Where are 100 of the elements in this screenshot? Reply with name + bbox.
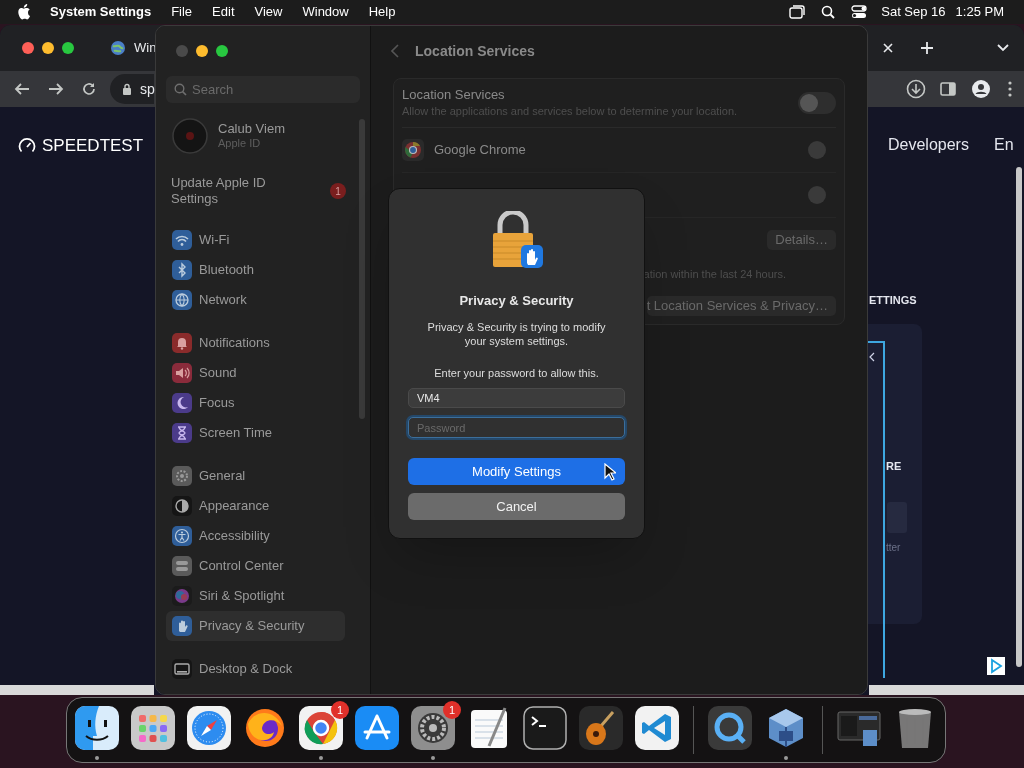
text-fragment: RE — [886, 459, 902, 474]
horizontal-scrollbar[interactable] — [0, 685, 154, 695]
reload-icon[interactable] — [82, 82, 96, 96]
chevron-down-icon[interactable] — [996, 43, 1010, 53]
app-name: Google Chrome — [434, 141, 526, 160]
username-field[interactable]: VM4 — [408, 388, 625, 408]
toggle-switch[interactable] — [798, 92, 836, 114]
dialog-prompt: Enter your password to allow this. — [434, 365, 599, 381]
close-tab-icon[interactable] — [882, 42, 894, 54]
minimize-button[interactable] — [42, 42, 54, 54]
menu-item[interactable]: Edit — [212, 2, 235, 22]
notification-badge: 1 — [330, 183, 346, 199]
menu-bar-date[interactable]: Sat Sep 16 — [881, 2, 946, 22]
moon-icon — [172, 393, 192, 413]
download-icon[interactable] — [906, 79, 926, 99]
setting-title: Location Services — [402, 87, 506, 103]
globe-favicon-icon[interactable] — [110, 40, 126, 56]
sidebar-item[interactable]: Focus — [166, 388, 345, 418]
lock-icon — [122, 82, 132, 96]
bluetooth-icon — [172, 260, 192, 280]
sidebar-item[interactable]: Siri & Spotlight — [166, 581, 345, 611]
flame-globe-icon[interactable] — [243, 706, 287, 750]
search-field[interactable]: Search — [166, 76, 360, 103]
menu-bar-clock[interactable]: 1:25 PM — [955, 2, 1004, 22]
ring-app-icon — [402, 139, 424, 161]
bell-icon — [172, 333, 192, 353]
ad-choices-icon[interactable] — [987, 657, 1005, 675]
search-icon — [174, 83, 187, 96]
windows-icon[interactable] — [789, 5, 806, 19]
hourglass-icon — [172, 423, 192, 443]
zoom-button[interactable] — [216, 45, 228, 57]
chevron-ribbon-icon[interactable] — [635, 706, 679, 750]
sidebar-item[interactable]: Screen Time — [166, 418, 345, 448]
menu-item[interactable]: File — [171, 2, 193, 22]
sidebar-item[interactable]: Sound — [166, 358, 345, 388]
sidebar-item[interactable]: Desktop & Dock — [166, 654, 345, 684]
menu-item[interactable]: Help — [368, 2, 396, 22]
section-heading: ETTINGS — [869, 293, 917, 308]
minimize-button[interactable] — [196, 45, 208, 57]
dialog-message: Privacy & Security is trying to modify your system settings. — [426, 319, 607, 348]
sidebar-item[interactable]: Wi-Fi — [166, 225, 345, 255]
cancel-button[interactable]: Cancel — [408, 493, 625, 520]
toggle-switch[interactable] — [808, 141, 826, 159]
sidebar-item[interactable]: Network — [166, 285, 345, 315]
sidebar-item[interactable]: Bluetooth — [166, 255, 345, 285]
toggles-icon — [172, 556, 192, 576]
forward-icon[interactable] — [48, 82, 64, 96]
horizontal-scrollbar[interactable] — [869, 685, 1024, 695]
pane-title: Location Services — [415, 41, 535, 61]
app-grid-icon[interactable] — [131, 706, 175, 750]
scrollbar[interactable] — [359, 119, 365, 419]
contrast-icon — [172, 496, 192, 516]
account-name[interactable]: Calub Viem — [218, 121, 285, 136]
modify-settings-button[interactable]: Modify Settings — [408, 458, 625, 485]
dialog-title: Privacy & Security — [459, 292, 574, 310]
wifi-icon — [172, 230, 192, 250]
sidebar-item[interactable]: General — [166, 461, 345, 491]
split-square-icon[interactable] — [75, 706, 119, 750]
more-menu-icon[interactable] — [1008, 81, 1012, 97]
menu-item[interactable]: Window — [302, 2, 349, 22]
sidebar-item[interactable]: Control Center — [166, 551, 345, 581]
gear-icon[interactable] — [411, 706, 455, 750]
notification-badge: 1 — [331, 701, 349, 719]
tri-color-ring-icon[interactable] — [299, 706, 343, 750]
control-center-icon[interactable] — [851, 5, 868, 19]
menu-item[interactable]: View — [254, 2, 283, 22]
apple-logo-icon[interactable] — [18, 4, 32, 20]
compass-icon[interactable] — [187, 706, 231, 750]
scrollbar[interactable] — [1016, 167, 1022, 667]
guitar-icon[interactable] — [579, 706, 623, 750]
side-panel-icon[interactable] — [940, 82, 956, 96]
toggle-switch[interactable] — [808, 186, 826, 204]
orb-icon — [172, 586, 192, 606]
app-menu[interactable]: System Settings — [50, 2, 152, 22]
search-icon[interactable] — [821, 5, 836, 19]
update-apple-id-link[interactable]: Update Apple ID Settings — [171, 175, 291, 207]
pointer-cursor-icon — [604, 463, 616, 481]
profile-icon[interactable] — [972, 80, 990, 98]
nav-link[interactable]: Developers — [888, 133, 969, 157]
ring-icon[interactable] — [708, 706, 752, 750]
close-button[interactable] — [22, 42, 34, 54]
notification-badge: 1 — [443, 701, 461, 719]
sidebar-item[interactable]: Privacy & Security — [166, 611, 345, 641]
zoom-button[interactable] — [62, 42, 74, 54]
password-field[interactable]: Password — [408, 417, 625, 438]
sidebar-item[interactable]: Accessibility — [166, 521, 345, 551]
hand-icon — [172, 616, 192, 636]
triangle-lines-icon[interactable] — [355, 706, 399, 750]
site-logo[interactable]: SPEEDTEST — [42, 133, 144, 159]
gauge-logo-icon[interactable] — [18, 136, 36, 155]
accessibility-icon — [172, 526, 192, 546]
terminal-icon[interactable] — [523, 706, 567, 750]
account-subtitle: Apple ID — [218, 136, 262, 151]
nav-link[interactable]: En — [994, 133, 1014, 157]
monitor-icon — [172, 659, 192, 679]
address-bar[interactable]: sp — [110, 74, 154, 104]
gear-icon — [172, 466, 192, 486]
sidebar-item[interactable]: Notifications — [166, 328, 345, 358]
sidebar-item[interactable]: Appearance — [166, 491, 345, 521]
new-tab-icon[interactable] — [920, 41, 934, 55]
